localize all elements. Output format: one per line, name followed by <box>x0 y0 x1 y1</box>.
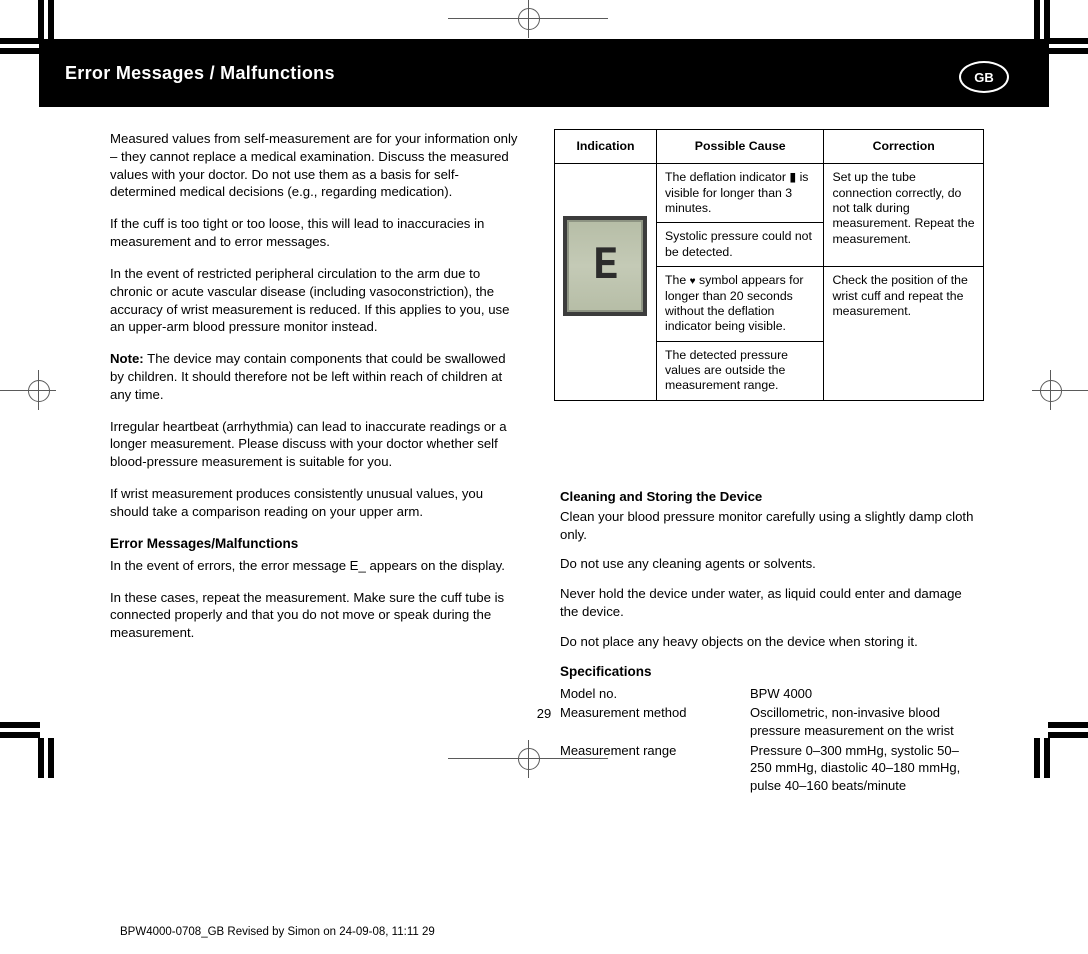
crop-corner-bottom-right-v <box>1020 738 1050 778</box>
spec-heading: Specifications <box>560 663 980 681</box>
language-badge-text: GB <box>974 70 994 85</box>
correction-cell: Set up the tube connection correctly, do… <box>824 164 984 267</box>
cause-cell: The detected pressure values are outside… <box>656 341 823 400</box>
error-tip: In these cases, repeat the measurement. … <box>110 589 520 642</box>
reg-mark-top-center <box>448 0 608 40</box>
left-paragraph: If wrist measurement produces consistent… <box>110 485 520 521</box>
cause-cell: Systolic pressure could not be detected. <box>656 223 823 267</box>
left-paragraph: Measured values from self-measurement ar… <box>110 130 520 201</box>
table-header-correction: Correction <box>824 130 984 164</box>
right-column: Cleaning and Storing the Device Clean yo… <box>560 484 980 796</box>
crop-corner-top-left-v <box>38 0 68 40</box>
error-intro: In the event of errors, the error messag… <box>110 557 520 575</box>
spec-value: Pressure 0–300 mmHg, systolic 50–250 mmH… <box>750 742 980 795</box>
storage-item: Never hold the device under water, as li… <box>560 585 980 621</box>
left-paragraph: In the event of restricted peripheral ci… <box>110 265 520 336</box>
note-label: Note: <box>110 351 144 366</box>
file-stamp: BPW4000-0708_GB Revised by Simon on 24-0… <box>120 926 435 938</box>
table-header-indication: Indication <box>555 130 657 164</box>
spec-label: Measurement range <box>560 742 750 795</box>
language-badge: GB <box>959 61 1009 93</box>
left-paragraph: If the cuff is too tight or too loose, t… <box>110 215 520 251</box>
crop-corner-bottom-left-v <box>38 738 68 778</box>
storage-item: Clean your blood pressure monitor carefu… <box>560 508 980 544</box>
correction-cell: Check the position of the wrist cuff and… <box>824 267 984 401</box>
note-body: The device may contain components that c… <box>110 351 506 402</box>
storage-item: Do not place any heavy objects on the de… <box>560 633 980 651</box>
left-paragraph: Irregular heartbeat (arrhythmia) can lea… <box>110 418 520 471</box>
storage-item: Do not use any cleaning agents or solven… <box>560 555 980 573</box>
table-header-row: Indication Possible Cause Correction <box>555 130 984 164</box>
spec-row: Model no. BPW 4000 <box>560 685 980 703</box>
spec-row: Measurement range Pressure 0–300 mmHg, s… <box>560 742 980 795</box>
spec-value: BPW 4000 <box>750 685 980 703</box>
cause-cell: The deflation indicator ▮ is visible for… <box>656 164 823 223</box>
spec-label: Model no. <box>560 685 750 703</box>
error-section-heading: Error Messages/Malfunctions <box>110 535 520 553</box>
reg-mark-left-center <box>0 370 60 410</box>
lcd-error-char: E <box>593 238 618 296</box>
left-note: Note: The device may contain components … <box>110 350 520 403</box>
cause-cell: The ♥ symbol appears for longer than 20 … <box>656 267 823 342</box>
table-header-cause: Possible Cause <box>656 130 823 164</box>
error-symbol-cell: E <box>555 164 657 400</box>
reg-mark-right-center <box>1028 370 1088 410</box>
header-band: Error Messages / Malfunctions GB <box>39 39 1049 107</box>
page-number: 29 <box>0 706 1088 721</box>
page-title: Error Messages / Malfunctions <box>65 63 335 84</box>
error-table: Indication Possible Cause Correction E T… <box>554 129 984 401</box>
table-row: E The deflation indicator ▮ is visible f… <box>555 164 984 223</box>
left-column: Measured values from self-measurement ar… <box>110 130 520 656</box>
storage-heading: Cleaning and Storing the Device <box>560 488 980 506</box>
lcd-error-icon: E <box>563 216 647 316</box>
cause-prefix: The <box>665 273 690 287</box>
crop-corner-top-right-v <box>1020 0 1050 40</box>
